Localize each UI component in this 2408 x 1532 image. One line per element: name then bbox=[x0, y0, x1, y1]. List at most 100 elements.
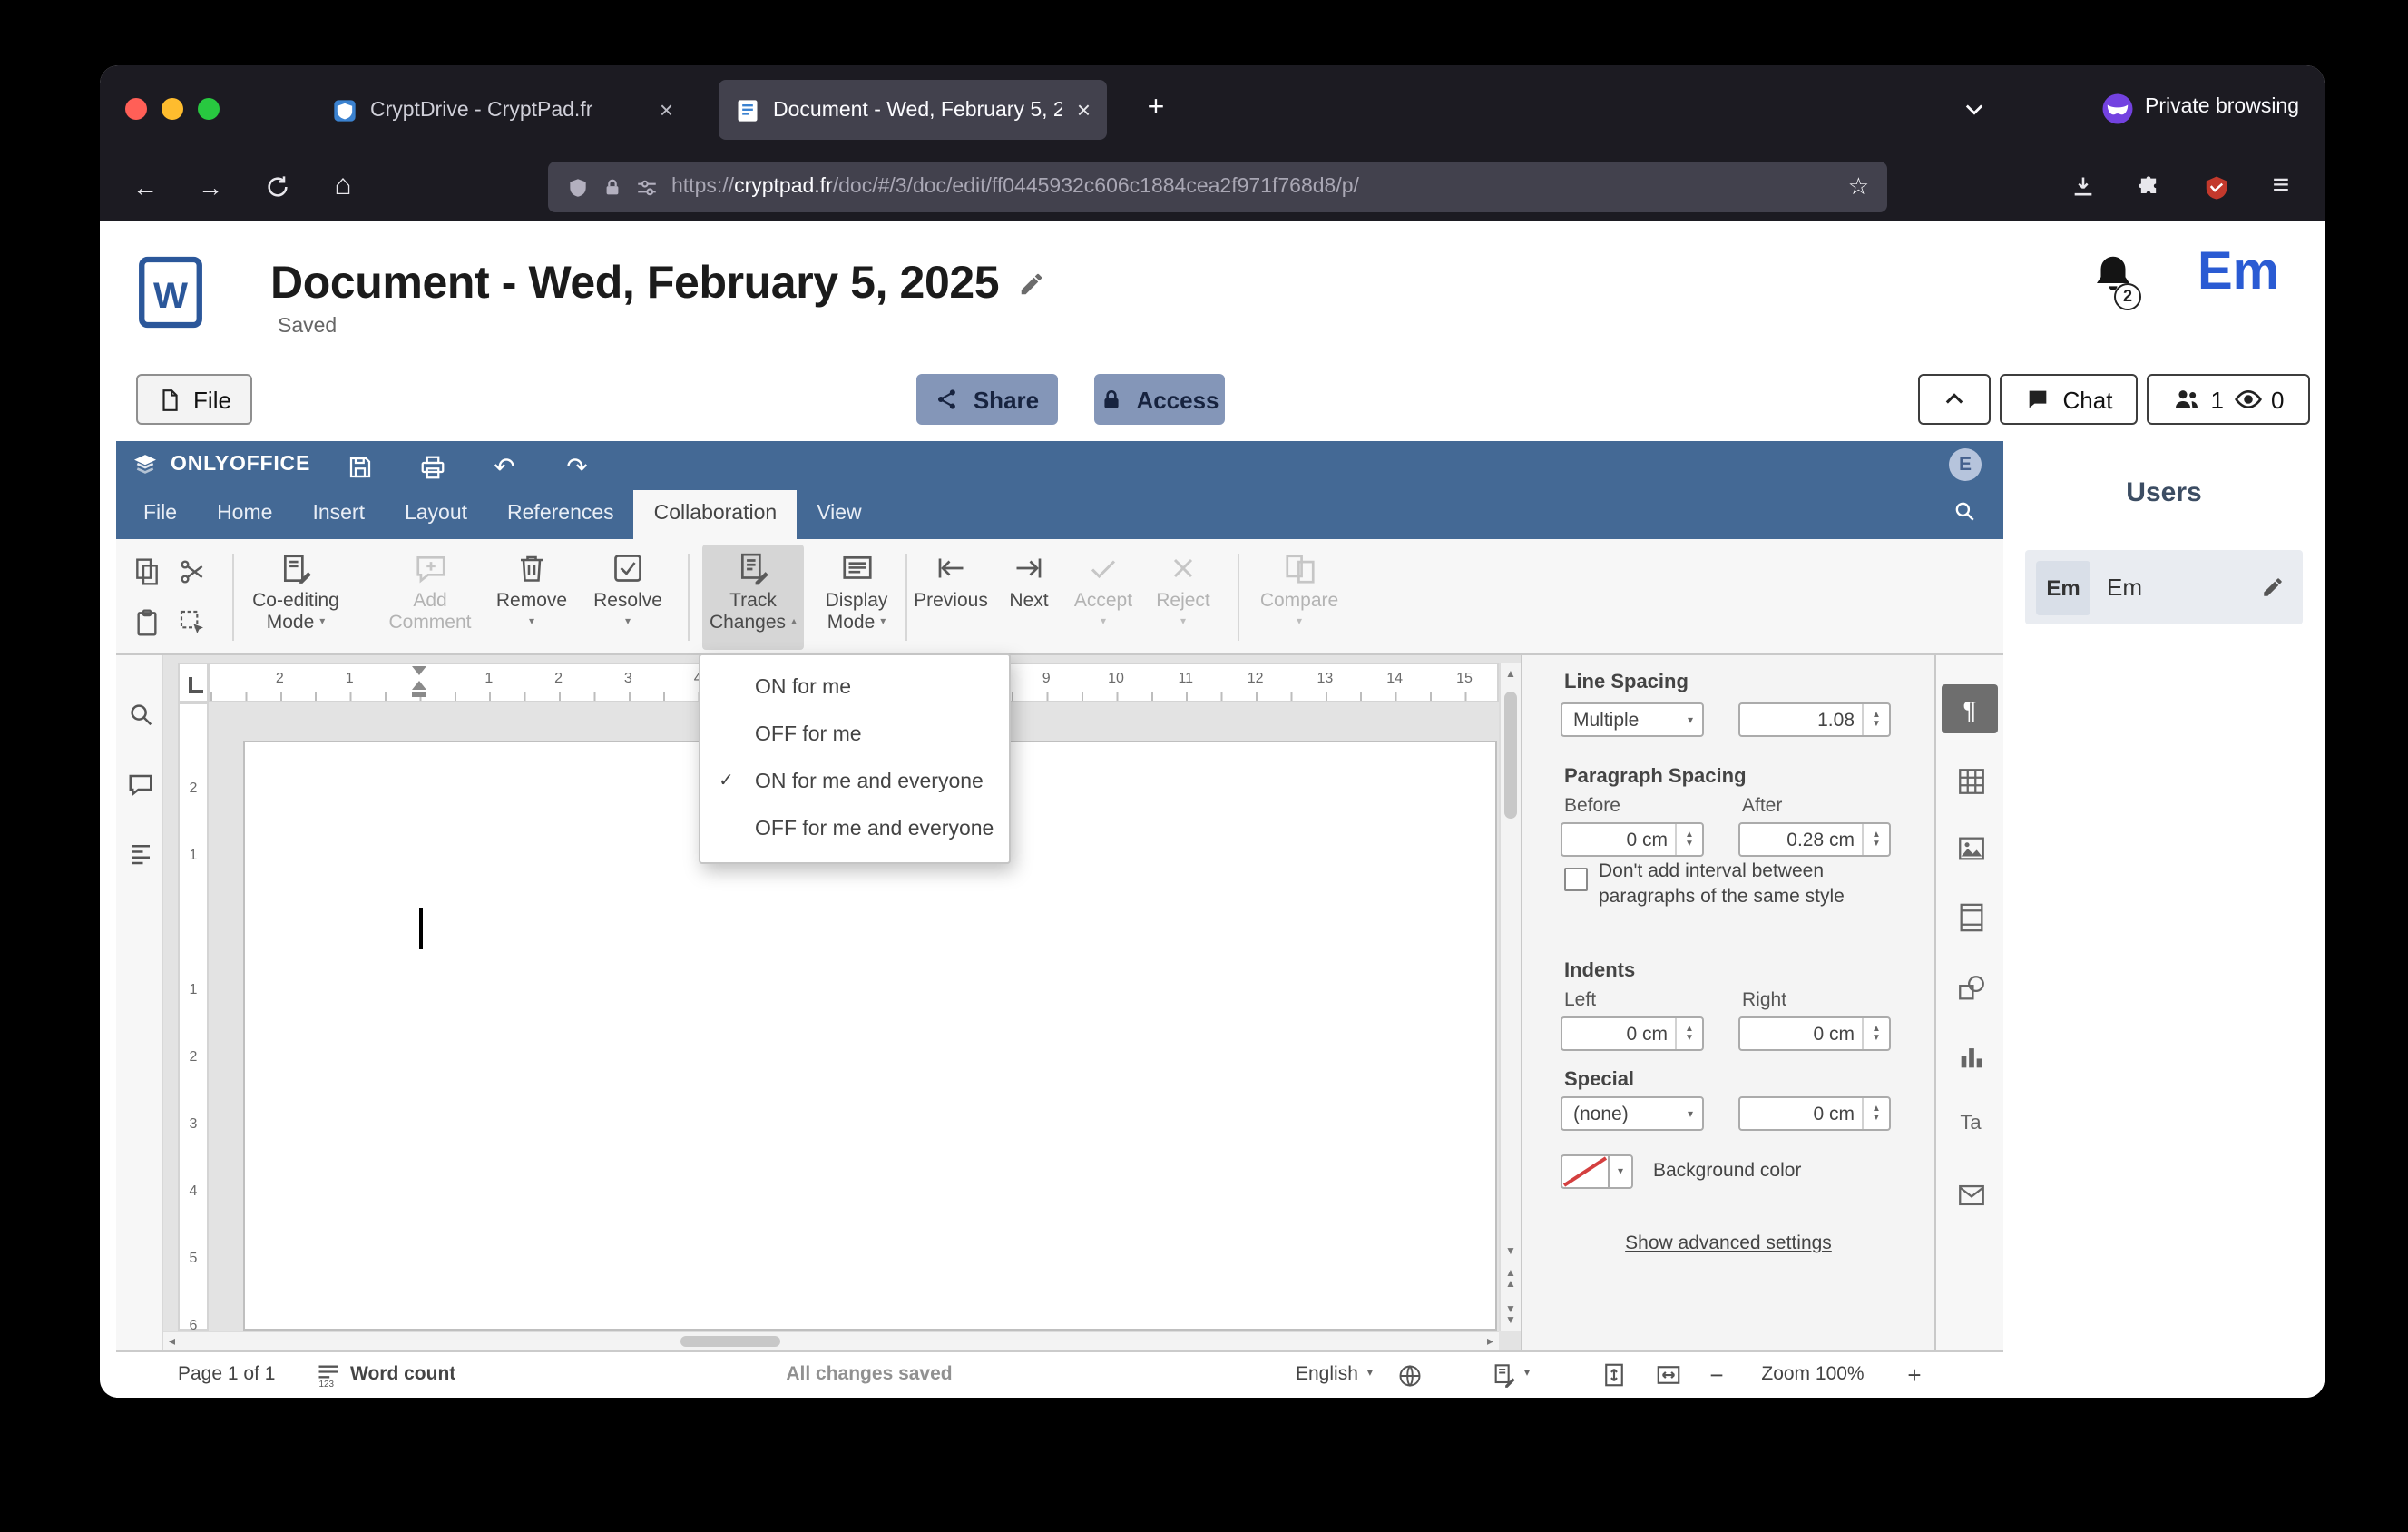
interval-checkbox[interactable] bbox=[1564, 868, 1588, 891]
undo-icon[interactable]: ↶ bbox=[485, 447, 524, 486]
menu-tab-home[interactable]: Home bbox=[197, 490, 292, 539]
line-spacing-amount-spinner[interactable]: 1.08 ▲ ▼ bbox=[1738, 702, 1891, 737]
special-amount-spinner[interactable]: 0 cm ▲ ▼ bbox=[1738, 1096, 1891, 1131]
add-comment-button[interactable]: Add Comment bbox=[383, 548, 477, 633]
copy-icon[interactable] bbox=[127, 552, 167, 592]
vertical-scrollbar[interactable]: ▲ ▼ ▲ ▲ ▼ ▼ bbox=[1499, 663, 1521, 1331]
left-indent-marker[interactable] bbox=[412, 692, 426, 697]
track-changes-status-toggle[interactable]: ▾ bbox=[1492, 1352, 1530, 1398]
compare-button[interactable]: Compare ▾ bbox=[1254, 548, 1345, 633]
forward-icon[interactable]: → bbox=[192, 169, 229, 205]
vertical-scrollbar-thumb[interactable] bbox=[1504, 692, 1517, 819]
show-advanced-settings-link[interactable]: Show advanced settings bbox=[1522, 1232, 1934, 1254]
shape-settings-tab[interactable] bbox=[1953, 969, 1989, 1006]
close-icon[interactable]: × bbox=[1077, 96, 1091, 123]
special-select[interactable]: (none) ▾ bbox=[1561, 1096, 1704, 1131]
search-icon[interactable] bbox=[123, 697, 156, 730]
display-mode-button[interactable]: Display Mode ▾ bbox=[809, 548, 904, 633]
url-bar[interactable]: https://cryptpad.fr/doc/#/3/doc/edit/ff0… bbox=[548, 162, 1887, 212]
image-settings-tab[interactable] bbox=[1953, 830, 1989, 866]
interval-checkbox-label[interactable]: Don't add interval between paragraphs of… bbox=[1599, 859, 1911, 909]
maximize-window-button[interactable] bbox=[198, 98, 220, 120]
downloads-icon[interactable] bbox=[2065, 169, 2101, 205]
fit-width-icon[interactable] bbox=[1655, 1361, 1682, 1389]
indent-right-spinner[interactable]: 0 cm ▲ ▼ bbox=[1738, 1016, 1891, 1051]
spellcheck-globe-icon[interactable] bbox=[1398, 1362, 1424, 1388]
tracking-protection-shield-icon[interactable] bbox=[566, 175, 590, 199]
zoom-level[interactable]: Zoom 100% bbox=[1740, 1352, 1885, 1398]
spinner-arrows[interactable]: ▲ ▼ bbox=[1862, 824, 1889, 855]
collapse-toolbar-button[interactable] bbox=[1918, 374, 1991, 425]
track-menu-item[interactable]: ON for me bbox=[700, 664, 1009, 712]
word-count-button[interactable]: Word count bbox=[350, 1352, 455, 1398]
mail-merge-tab[interactable] bbox=[1953, 1176, 1989, 1213]
menu-tab-references[interactable]: References bbox=[487, 490, 634, 539]
share-button[interactable]: Share bbox=[916, 374, 1058, 425]
close-window-button[interactable] bbox=[125, 98, 147, 120]
horizontal-scrollbar-thumb[interactable] bbox=[680, 1336, 780, 1347]
tab-document[interactable]: Document - Wed, February 5, 2 × bbox=[719, 80, 1107, 140]
minimize-window-button[interactable] bbox=[162, 98, 183, 120]
language-selector[interactable]: English ▾ bbox=[1296, 1352, 1424, 1398]
track-menu-item[interactable]: OFF for me bbox=[700, 712, 1009, 759]
spinner-arrows[interactable]: ▲ ▼ bbox=[1862, 704, 1889, 735]
spacing-before-spinner[interactable]: 0 cm ▲ ▼ bbox=[1561, 822, 1704, 857]
scroll-right-icon[interactable]: ▸ bbox=[1487, 1334, 1493, 1350]
close-icon[interactable]: × bbox=[660, 96, 673, 123]
navigation-headings-icon[interactable] bbox=[123, 837, 156, 869]
access-button[interactable]: Access bbox=[1094, 374, 1225, 425]
comments-icon[interactable] bbox=[123, 768, 156, 800]
scroll-up-icon[interactable]: ▲ bbox=[1501, 670, 1521, 681]
bookmark-star-icon[interactable]: ☆ bbox=[1848, 172, 1869, 201]
reject-change-button[interactable]: Reject ▾ bbox=[1141, 548, 1225, 633]
list-tabs-chevron-icon[interactable] bbox=[1962, 96, 1987, 122]
file-button[interactable]: File bbox=[136, 374, 252, 425]
editor-user-avatar[interactable]: E bbox=[1949, 448, 1982, 481]
edit-name-pencil-icon[interactable] bbox=[2261, 575, 2285, 599]
save-icon[interactable] bbox=[339, 447, 379, 486]
scroll-left-icon[interactable]: ◂ bbox=[169, 1334, 175, 1350]
text-art-settings-tab[interactable]: Ta bbox=[1953, 1105, 1989, 1142]
users-presence-button[interactable]: 1 0 bbox=[2147, 374, 2310, 425]
menu-tab-view[interactable]: View bbox=[797, 490, 881, 539]
chart-settings-tab[interactable] bbox=[1953, 1038, 1989, 1075]
remove-comment-button[interactable]: Remove ▾ bbox=[485, 548, 579, 633]
select-all-icon[interactable] bbox=[172, 603, 212, 643]
indent-left-spinner[interactable]: 0 cm ▲ ▼ bbox=[1561, 1016, 1704, 1051]
first-line-indent-marker[interactable] bbox=[412, 666, 426, 675]
menu-hamburger-icon[interactable]: ≡ bbox=[2263, 169, 2299, 205]
track-changes-button[interactable]: Track Changes ▴ bbox=[702, 545, 804, 650]
zoom-in-button[interactable]: + bbox=[1902, 1352, 1927, 1398]
zoom-out-button[interactable]: − bbox=[1704, 1352, 1729, 1398]
lock-icon[interactable] bbox=[602, 175, 622, 199]
url-text[interactable]: https://cryptpad.fr/doc/#/3/doc/edit/ff0… bbox=[671, 176, 1835, 198]
tab-cryptdrive[interactable]: CryptDrive - CryptPad.fr × bbox=[316, 80, 690, 140]
horizontal-scrollbar[interactable]: ◂ ▸ bbox=[163, 1331, 1499, 1350]
accept-change-button[interactable]: Accept ▾ bbox=[1062, 548, 1145, 633]
menu-tab-layout[interactable]: Layout bbox=[385, 490, 487, 539]
coediting-mode-button[interactable]: Co-editing Mode ▾ bbox=[249, 548, 343, 633]
spinner-arrows[interactable]: ▲ ▼ bbox=[1862, 1098, 1889, 1129]
header-footer-settings-tab[interactable] bbox=[1953, 899, 1989, 935]
cut-scissors-icon[interactable] bbox=[172, 552, 212, 592]
menu-tab-collaboration[interactable]: Collaboration bbox=[633, 490, 798, 539]
account-avatar-initials[interactable]: Em bbox=[2198, 243, 2279, 303]
paragraph-settings-tab[interactable]: ¶ bbox=[1942, 684, 1998, 733]
tab-stop-selector[interactable] bbox=[178, 663, 209, 702]
scroll-down-icon[interactable]: ▼ bbox=[1501, 1247, 1521, 1258]
extensions-puzzle-icon[interactable] bbox=[2130, 169, 2167, 205]
table-settings-tab[interactable] bbox=[1953, 762, 1989, 799]
redo-icon[interactable]: ↷ bbox=[557, 447, 597, 486]
chat-button[interactable]: Chat bbox=[2000, 374, 2138, 425]
menu-tab-insert[interactable]: Insert bbox=[292, 490, 385, 539]
spinner-arrows[interactable]: ▲ ▼ bbox=[1675, 824, 1702, 855]
previous-page-icon[interactable]: ▲ ▲ bbox=[1501, 1269, 1521, 1291]
back-icon[interactable]: ← bbox=[127, 169, 163, 205]
document-title[interactable]: Document - Wed, February 5, 2025 bbox=[270, 258, 1000, 310]
hanging-indent-marker[interactable] bbox=[412, 681, 426, 690]
next-change-button[interactable]: Next bbox=[987, 548, 1071, 612]
menu-tab-file[interactable]: File bbox=[123, 490, 197, 539]
paste-icon[interactable] bbox=[127, 603, 167, 643]
previous-change-button[interactable]: Previous bbox=[909, 548, 993, 612]
fit-page-icon[interactable] bbox=[1600, 1361, 1628, 1389]
